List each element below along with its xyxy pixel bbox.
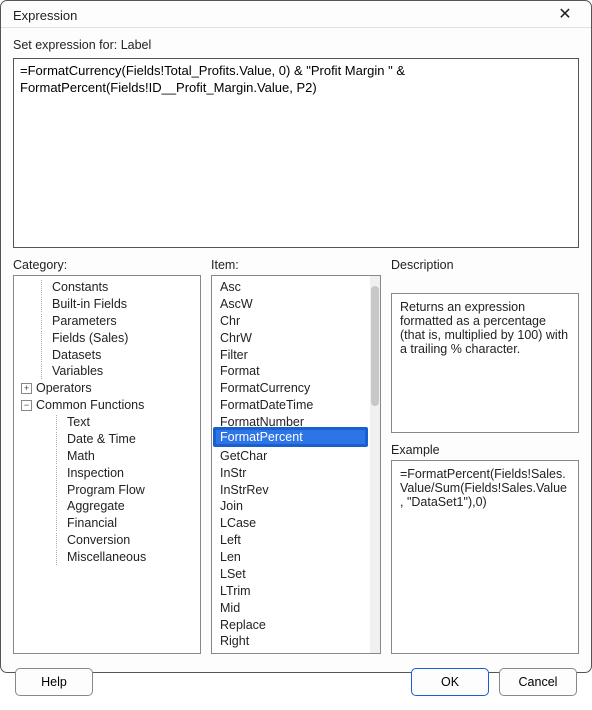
dialog-footer: Help OK Cancel — [1, 658, 591, 710]
description-label: Description — [391, 258, 579, 272]
category-tree-item-label: Variables — [52, 363, 103, 380]
category-tree-item-label: Date & Time — [67, 431, 136, 448]
category-tree-item-label: Fields (Sales) — [52, 330, 128, 347]
category-tree-item[interactable]: Variables — [17, 363, 200, 380]
item-panel: Item: AscAscWChrChrWFilterFormatFormatCu… — [211, 258, 381, 654]
category-tree-item[interactable]: Constants — [17, 279, 200, 296]
titlebar: Expression ✕ — [1, 1, 591, 28]
expression-textarea[interactable] — [13, 58, 579, 248]
scrollbar-thumb[interactable] — [371, 286, 379, 406]
item-list-item[interactable]: Filter — [218, 347, 380, 364]
ok-button[interactable]: OK — [411, 668, 489, 696]
set-expression-label: Set expression for: Label — [13, 38, 579, 52]
category-panel: Category: ConstantsBuilt-in FieldsParame… — [13, 258, 201, 654]
category-tree-item[interactable]: Financial — [17, 515, 200, 532]
category-tree-item[interactable]: Date & Time — [17, 431, 200, 448]
category-tree-item[interactable]: Text — [17, 414, 200, 431]
example-box: =FormatPercent(Fields!Sales.Value/Sum(Fi… — [391, 460, 579, 654]
item-list-item[interactable]: InStrRev — [218, 482, 380, 499]
category-tree-item-label: Text — [67, 414, 90, 431]
description-box: Returns an expression formatted as a per… — [391, 293, 579, 433]
item-listbox[interactable]: AscAscWChrChrWFilterFormatFormatCurrency… — [211, 275, 381, 654]
category-tree-item-label: Financial — [67, 515, 117, 532]
category-tree-item[interactable]: Program Flow — [17, 482, 200, 499]
category-tree-item[interactable]: Parameters — [17, 313, 200, 330]
category-tree-item-label: Datasets — [52, 347, 101, 364]
close-icon[interactable]: ✕ — [551, 7, 579, 23]
item-list-selection[interactable]: FormatPercent — [213, 427, 368, 447]
info-panel: Description Returns an expression format… — [391, 258, 579, 654]
item-list-item[interactable]: Right — [218, 633, 380, 650]
item-list-item[interactable]: Asc — [218, 279, 380, 296]
category-tree-item[interactable]: Fields (Sales) — [17, 330, 200, 347]
dialog-content: Set expression for: Label Category: Cons… — [1, 28, 591, 658]
item-list-item[interactable]: Len — [218, 549, 380, 566]
item-list-item[interactable]: Join — [218, 498, 380, 515]
expand-icon[interactable]: + — [21, 383, 32, 394]
category-tree-item[interactable]: Miscellaneous — [17, 549, 200, 566]
item-list-item[interactable]: FormatDateTime — [218, 397, 380, 414]
category-tree-item-label: Common Functions — [36, 397, 144, 414]
category-tree-item[interactable]: Inspection — [17, 465, 200, 482]
category-tree-item[interactable]: Math — [17, 448, 200, 465]
category-tree-item-label: Built-in Fields — [52, 296, 127, 313]
category-label: Category: — [13, 258, 201, 272]
item-list-item[interactable]: Format — [218, 363, 380, 380]
category-tree-item-label: Inspection — [67, 465, 124, 482]
category-tree-item[interactable]: Conversion — [17, 532, 200, 549]
item-list-item[interactable]: LTrim — [218, 583, 380, 600]
category-tree-item[interactable]: + Operators — [17, 380, 200, 397]
category-tree-item-label: Program Flow — [67, 482, 145, 499]
item-list-item[interactable]: Mid — [218, 600, 380, 617]
item-list-item[interactable]: AscW — [218, 296, 380, 313]
item-list-item[interactable]: InStr — [218, 465, 380, 482]
expression-dialog: Expression ✕ Set expression for: Label C… — [0, 0, 592, 673]
help-button[interactable]: Help — [15, 668, 93, 696]
category-tree-item-label: Parameters — [52, 313, 117, 330]
category-tree-item[interactable]: −Common Functions — [17, 397, 200, 414]
category-tree-item-label: Aggregate — [67, 498, 125, 515]
item-list-item[interactable]: Replace — [218, 617, 380, 634]
category-tree-item-label: Constants — [52, 279, 108, 296]
category-tree-item-label: Math — [67, 448, 95, 465]
category-tree-item[interactable]: Built-in Fields — [17, 296, 200, 313]
cancel-button[interactable]: Cancel — [499, 668, 577, 696]
collapse-icon[interactable]: − — [21, 400, 32, 411]
category-tree-item[interactable]: Aggregate — [17, 498, 200, 515]
window-title: Expression — [13, 8, 77, 23]
item-list-item[interactable]: LCase — [218, 515, 380, 532]
panels-row: Category: ConstantsBuilt-in FieldsParame… — [13, 258, 579, 654]
item-list-item[interactable]: ChrW — [218, 330, 380, 347]
category-tree-item-label: Operators — [36, 380, 92, 397]
category-tree[interactable]: ConstantsBuilt-in FieldsParametersFields… — [13, 275, 201, 654]
example-label: Example — [391, 443, 579, 457]
item-list-item[interactable]: GetChar — [218, 448, 380, 465]
item-list-item[interactable]: LSet — [218, 566, 380, 583]
scrollbar-vertical[interactable] — [370, 276, 380, 653]
category-tree-item[interactable]: Datasets — [17, 347, 200, 364]
item-list-item[interactable]: FormatCurrency — [218, 380, 380, 397]
category-tree-item-label: Miscellaneous — [67, 549, 146, 566]
item-list-item[interactable]: Left — [218, 532, 380, 549]
category-tree-item-label: Conversion — [67, 532, 130, 549]
item-list-item[interactable]: Chr — [218, 313, 380, 330]
item-label: Item: — [211, 258, 381, 272]
